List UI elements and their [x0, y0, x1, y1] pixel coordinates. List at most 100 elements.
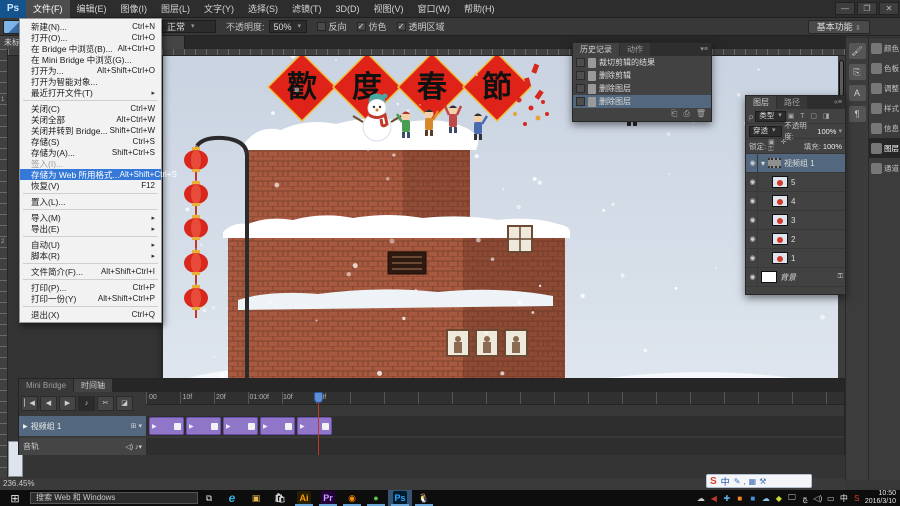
- menu-10[interactable]: 窗口(W): [411, 0, 458, 18]
- panel-menu-icon[interactable]: «≡: [831, 96, 845, 109]
- menu-1[interactable]: 文件(F): [26, 0, 70, 18]
- dock-panel-通道[interactable]: 通道: [869, 158, 900, 178]
- file-menu-item[interactable]: 打开为智能对象...: [20, 76, 161, 87]
- file-menu-item[interactable]: 脚本(R)▸: [20, 250, 161, 261]
- file-menu-item[interactable]: 新建(N)...Ctrl+N: [20, 21, 161, 32]
- eye-icon[interactable]: ◉: [748, 230, 758, 248]
- filmstrip-menu-icon[interactable]: ⊞ ▾: [131, 422, 142, 430]
- menu-7[interactable]: 滤镜(T): [285, 0, 329, 18]
- first-frame-icon[interactable]: ▏◀: [21, 396, 38, 411]
- file-menu-item[interactable]: 存储为 Web 所用格式...Alt+Shift+Ctrl+S: [20, 169, 161, 180]
- menu-3[interactable]: 图像(I): [114, 0, 155, 18]
- disclosure-triangle-icon[interactable]: ▶: [23, 423, 28, 430]
- sogou-tool-icon[interactable]: ,: [743, 477, 745, 486]
- new-snapshot-icon[interactable]: ⎙: [683, 109, 689, 119]
- layer-thumbnail[interactable]: [772, 176, 788, 188]
- file-menu-item[interactable]: 关闭并转到 Bridge...Shift+Ctrl+W: [20, 125, 161, 136]
- minimize-button[interactable]: —: [835, 2, 855, 15]
- dock-panel-调整[interactable]: 调整: [869, 78, 900, 98]
- layer-blend-mode-select[interactable]: 穿透▾: [749, 126, 782, 137]
- file-menu-item[interactable]: 恢复(V)F12: [20, 180, 161, 191]
- eye-icon[interactable]: ◉: [748, 211, 758, 229]
- character-icon[interactable]: A: [849, 85, 866, 101]
- history-source-checkbox[interactable]: [576, 84, 585, 93]
- menu-8[interactable]: 3D(D): [329, 0, 367, 18]
- history-source-checkbox[interactable]: [576, 97, 585, 106]
- file-menu-item[interactable]: 退出(X)Ctrl+Q: [20, 309, 161, 320]
- taskbar-app-illustrator[interactable]: Ai: [292, 490, 316, 506]
- file-menu-item[interactable]: 存储为(A)...Shift+Ctrl+S: [20, 147, 161, 158]
- layer-row[interactable]: ◉4: [746, 192, 845, 211]
- checkbox-icon[interactable]: ✓: [397, 22, 406, 31]
- menu-9[interactable]: 视图(V): [367, 0, 411, 18]
- taskbar-app-store[interactable]: 🛍: [268, 490, 292, 506]
- sogou-ime-bar[interactable]: S 中 ✎,▦⚒: [706, 474, 812, 488]
- checkbox-icon[interactable]: [317, 22, 326, 31]
- taskbar-clock[interactable]: 10:50 2016/3/10: [865, 490, 900, 506]
- orange-app-icon[interactable]: ■: [735, 494, 745, 503]
- delete-state-icon[interactable]: 🗑: [696, 109, 706, 119]
- history-source-checkbox[interactable]: [576, 71, 585, 80]
- checkbox-icon[interactable]: ✓: [357, 22, 366, 31]
- file-menu-item[interactable]: 存储(S)Ctrl+S: [20, 136, 161, 147]
- eye-icon[interactable]: ◉: [748, 249, 758, 267]
- media-icon[interactable]: ◀: [709, 494, 719, 503]
- sogou-tool-icon[interactable]: ✎: [734, 477, 741, 486]
- display-icon[interactable]: 🖵: [787, 493, 797, 503]
- task-view-icon[interactable]: ⧉: [198, 493, 220, 504]
- timeline-ruler[interactable]: 0010f20f01:00f10f20f: [146, 392, 844, 405]
- file-menu-item[interactable]: 自动(U)▸: [20, 239, 161, 250]
- play-icon[interactable]: ▶: [59, 396, 76, 411]
- taskbar-app-360-browser[interactable]: ●: [364, 490, 388, 506]
- file-menu-item[interactable]: 关闭全部Alt+Ctrl+W: [20, 114, 161, 125]
- eye-icon[interactable]: ◉: [748, 154, 758, 172]
- option-checkbox-2[interactable]: ✓仿色: [357, 20, 387, 33]
- menu-5[interactable]: 文字(Y): [197, 0, 241, 18]
- file-menu-item[interactable]: 文件简介(F)...Alt+Shift+Ctrl+I: [20, 266, 161, 277]
- video-clip[interactable]: ▶: [186, 417, 221, 435]
- layer-row[interactable]: ◉▾视频组 1: [746, 154, 845, 173]
- previous-frame-icon[interactable]: ◀: [40, 396, 57, 411]
- file-menu-item[interactable]: 在 Mini Bridge 中浏览(G)...: [20, 54, 161, 65]
- taskbar-search-input[interactable]: 搜索 Web 和 Windows: [30, 492, 198, 504]
- brush-presets-icon[interactable]: 🖌: [849, 43, 866, 59]
- file-menu-item[interactable]: 在 Bridge 中浏览(B)...Alt+Ctrl+O: [20, 43, 161, 54]
- paragraph-icon[interactable]: ¶: [849, 106, 866, 122]
- panel-menu-icon[interactable]: ▾≡: [697, 43, 711, 56]
- tab-history[interactable]: 历史记录: [573, 43, 619, 56]
- file-menu-item[interactable]: 导入(M)▸: [20, 212, 161, 223]
- dock-panel-图层[interactable]: 图层: [869, 138, 900, 158]
- layer-opacity-value[interactable]: 100%: [817, 127, 836, 136]
- audio-track[interactable]: 音轨 ◁) ♪▾: [19, 438, 146, 455]
- dock-panel-样式[interactable]: 样式: [869, 98, 900, 118]
- playhead[interactable]: [314, 392, 323, 403]
- clip-badge-icon[interactable]: [174, 423, 181, 430]
- layer-filter-select[interactable]: 类型▾: [755, 111, 786, 122]
- sogou-tray-icon[interactable]: S: [852, 494, 862, 503]
- file-menu-item[interactable]: 打开(O)...Ctrl+O: [20, 32, 161, 43]
- clip-badge-icon[interactable]: [285, 423, 292, 430]
- new-document-from-state-icon[interactable]: ⎗: [671, 109, 677, 119]
- network-icon[interactable]: ﭳ: [800, 494, 810, 503]
- layer-row[interactable]: ◉2: [746, 230, 845, 249]
- file-menu-item[interactable]: 打开为...Alt+Shift+Ctrl+O: [20, 65, 161, 76]
- eye-icon[interactable]: ◉: [748, 173, 758, 191]
- lock-icons[interactable]: ▣ ✛ ⚿: [768, 138, 800, 154]
- taskbar-app-file-explorer[interactable]: ▣: [244, 490, 268, 506]
- blend-mode-select[interactable]: 正常▾: [162, 20, 216, 33]
- video-clip[interactable]: ▶: [149, 417, 184, 435]
- file-menu-item[interactable]: 置入(L)...: [20, 196, 161, 207]
- zoom-level[interactable]: 236.45%: [3, 479, 35, 488]
- history-source-checkbox[interactable]: [576, 58, 585, 67]
- mute-audio-icon[interactable]: ♪: [78, 396, 95, 411]
- fill-value[interactable]: 100%: [823, 142, 842, 151]
- tab-timeline[interactable]: 时间轴: [74, 379, 112, 392]
- eye-icon[interactable]: ◉: [748, 268, 758, 286]
- tab-mini-bridge[interactable]: Mini Bridge: [19, 379, 73, 392]
- taskbar-app-edge[interactable]: e: [220, 490, 244, 506]
- layer-thumbnail[interactable]: [772, 252, 788, 264]
- tab-paths[interactable]: 路径: [777, 96, 807, 109]
- start-button[interactable]: ⊞: [0, 492, 30, 505]
- menu-2[interactable]: 编辑(E): [70, 0, 114, 18]
- canvas-artwork[interactable]: 歡度春節: [163, 56, 838, 430]
